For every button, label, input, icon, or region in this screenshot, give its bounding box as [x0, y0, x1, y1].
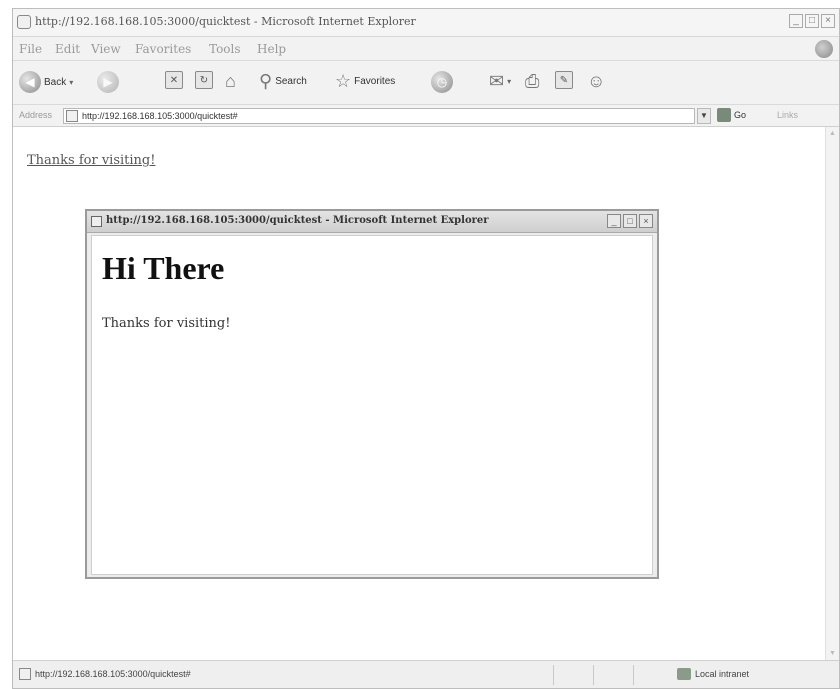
address-url: http://192.168.168.105:3000/quicktest#: [82, 111, 238, 121]
stop-icon: ✕: [165, 71, 183, 89]
menu-help[interactable]: Help: [257, 42, 286, 56]
print-button[interactable]: ⎙: [525, 71, 539, 91]
popup-minimize-button[interactable]: _: [607, 214, 621, 228]
history-button[interactable]: ◷: [431, 71, 453, 93]
ie-page-icon: [17, 15, 31, 29]
messenger-icon: ☺: [587, 71, 606, 91]
status-divider: [633, 665, 634, 685]
search-button[interactable]: ⚲ Search: [259, 71, 307, 91]
back-dropdown-icon: ▾: [69, 77, 74, 87]
edit-page-icon: ✎: [555, 71, 573, 89]
popup-close-button[interactable]: ×: [639, 214, 653, 228]
intranet-icon: [677, 668, 691, 680]
forward-arrow-icon: ▶: [97, 71, 119, 93]
status-page-icon: [19, 668, 31, 680]
mail-button[interactable]: ✉ ▾: [489, 71, 511, 91]
zone-label: Local intranet: [695, 669, 750, 679]
windows-logo-icon: [815, 40, 833, 58]
status-divider: [553, 665, 554, 685]
security-zone: Local intranet: [677, 668, 749, 680]
popup-title: http://192.168.168.105:3000/quicktest - …: [106, 215, 489, 226]
popup-content: Hi There Thanks for visiting!: [91, 235, 653, 575]
menu-favorites[interactable]: Favorites: [135, 42, 191, 56]
search-icon: ⚲: [259, 71, 273, 91]
menu-edit[interactable]: Edit: [55, 42, 80, 56]
search-label: Search: [275, 75, 307, 87]
go-button[interactable]: Go: [717, 108, 746, 122]
address-input[interactable]: http://192.168.168.105:3000/quicktest#: [63, 108, 695, 124]
browser-window: http://192.168.168.105:3000/quickt​est -…: [12, 8, 840, 689]
window-title: http://192.168.168.105:3000/quickt​est -…: [35, 15, 416, 28]
popup-title-bar: http://192.168.168.105:3000/quicktest - …: [87, 211, 657, 233]
history-icon: ◷: [431, 71, 453, 93]
favorites-button[interactable]: ☆ Favorites: [335, 71, 395, 91]
page-icon: [66, 110, 78, 122]
edit-button[interactable]: ✎: [555, 71, 573, 89]
popup-body-text: Thanks for visiting!: [102, 316, 231, 331]
standard-toolbar: ◀ Back ▾ ▶ ✕ ↻ ⌂ ⚲ Search ☆ Favorites ◷ …: [13, 61, 839, 105]
status-bar: http://192.168.168.105:3000/quicktest# L…: [13, 660, 839, 688]
print-icon: ⎙: [525, 71, 540, 91]
back-label: Back: [44, 76, 67, 88]
scroll-up-icon[interactable]: ▲: [826, 127, 839, 141]
links-button[interactable]: Links: [777, 110, 798, 120]
home-icon: ⌂: [225, 71, 236, 91]
window-controls: _ □ ×: [789, 14, 835, 28]
menu-view[interactable]: View: [91, 42, 121, 56]
address-label: Address: [19, 110, 53, 120]
page-content: Thanks for visiting! http://192.168.168.…: [13, 127, 827, 661]
address-dropdown-icon[interactable]: ▼: [697, 108, 711, 124]
go-arrow-icon: [717, 108, 731, 122]
thanks-link[interactable]: Thanks for visiting!: [27, 153, 155, 168]
popup-page-icon: [91, 216, 102, 227]
maximize-button[interactable]: □: [805, 14, 819, 28]
menu-bar: File Edit View Favorites Tools Help: [13, 37, 839, 61]
menu-file[interactable]: File: [19, 42, 42, 56]
title-bar: http://192.168.168.105:3000/quickt​est -…: [13, 9, 839, 37]
messenger-button[interactable]: ☺: [587, 71, 605, 91]
forward-button[interactable]: ▶: [97, 71, 119, 93]
back-arrow-icon: ◀: [19, 71, 41, 93]
vertical-scrollbar[interactable]: ▲ ▼: [825, 127, 839, 661]
popup-window-controls: _ □ ×: [607, 214, 653, 228]
minimize-button[interactable]: _: [789, 14, 803, 28]
popup-window: http://192.168.168.105:3000/quicktest - …: [85, 209, 659, 579]
address-bar: Address http://192.168.168.105:3000/quic…: [13, 105, 839, 127]
popup-maximize-button[interactable]: □: [623, 214, 637, 228]
scroll-down-icon[interactable]: ▼: [826, 647, 839, 661]
favorites-star-icon: ☆: [335, 71, 352, 91]
refresh-icon: ↻: [195, 71, 213, 89]
go-label: Go: [734, 110, 747, 120]
mail-icon: ✉: [489, 71, 505, 91]
stop-button[interactable]: ✕: [165, 71, 183, 89]
status-divider: [593, 665, 594, 685]
mail-dropdown-icon: ▾: [507, 76, 512, 86]
favorites-label: Favorites: [354, 75, 396, 87]
status-url: http://192.168.168.105:3000/quicktest#: [35, 669, 191, 679]
menu-tools[interactable]: Tools: [209, 42, 241, 56]
close-button[interactable]: ×: [821, 14, 835, 28]
back-button[interactable]: ◀ Back ▾: [19, 71, 73, 93]
home-button[interactable]: ⌂: [225, 71, 236, 91]
popup-heading: Hi There: [102, 250, 225, 286]
refresh-button[interactable]: ↻: [195, 71, 213, 89]
